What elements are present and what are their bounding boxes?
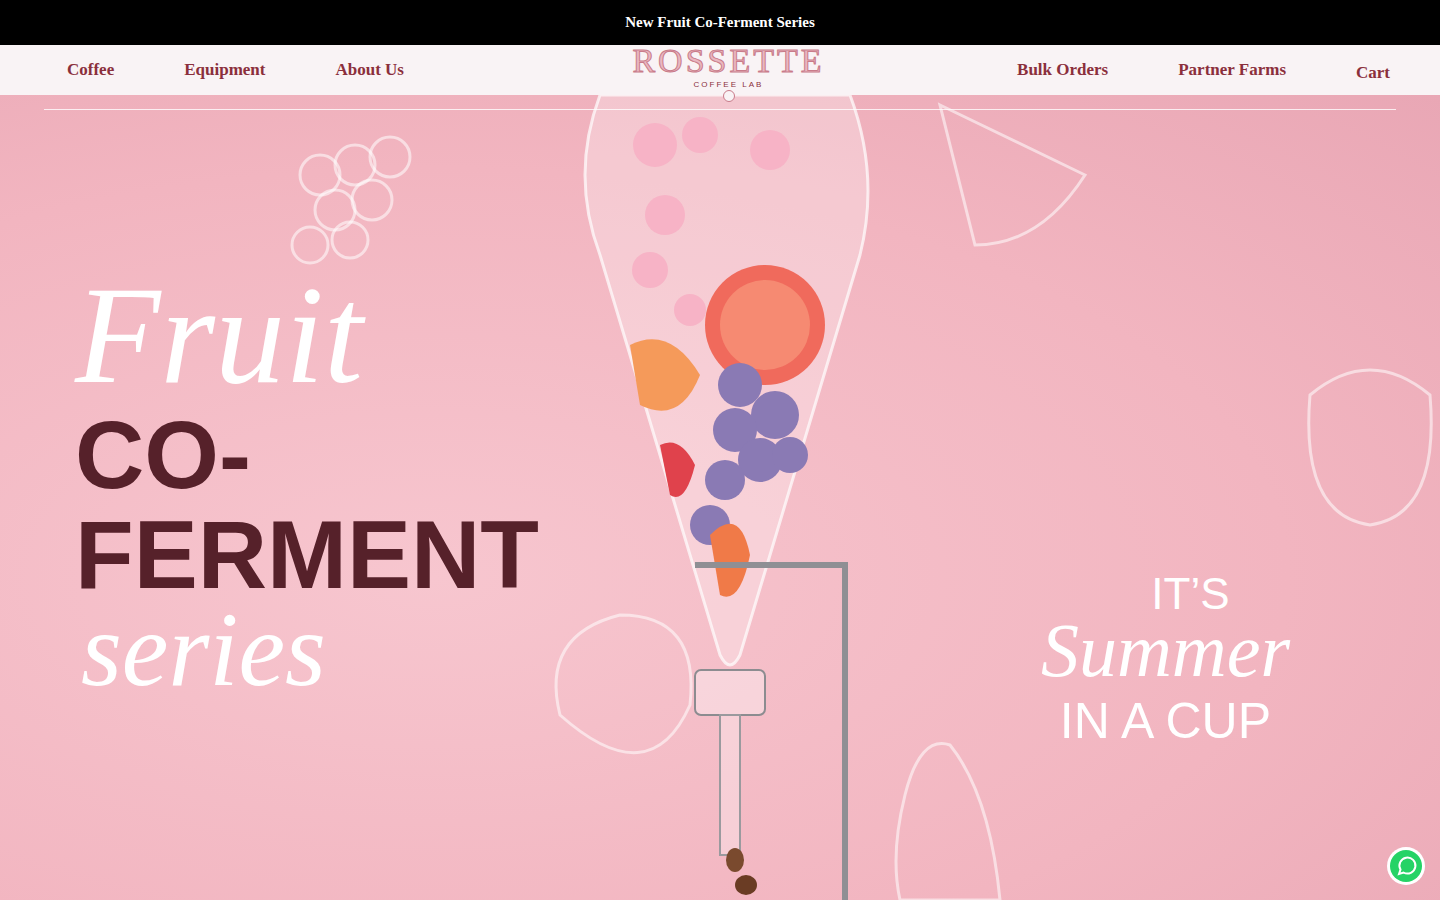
logo[interactable]: ROSSETTE COFFEE LAB	[632, 38, 824, 102]
whatsapp-icon[interactable]	[1386, 846, 1426, 886]
title-line: FERMENT	[75, 505, 539, 605]
hero-tagline: IT’S Summer IN A CUP	[1041, 110, 1290, 746]
hero-banner: Fruit CO- FERMENT series IT’S Summer IN …	[0, 95, 1440, 900]
nav-item[interactable]: Partner Farms	[1178, 60, 1286, 80]
nav-item[interactable]: Equipment	[184, 60, 265, 80]
tagline-top: IT’S	[1101, 572, 1229, 616]
logo-ring-icon	[723, 90, 735, 102]
title-line: CO-	[75, 405, 539, 505]
nav-right: Bulk Orders Partner Farms Cart	[910, 58, 1390, 83]
main-nav: Coffee Equipment About Us ROSSETTE COFFEE …	[0, 45, 1440, 95]
title-script-bottom: series	[75, 597, 539, 702]
hero-content: Fruit CO- FERMENT series IT’S Summer IN …	[0, 110, 1440, 746]
tagline-bottom: IN A CUP	[1060, 696, 1271, 746]
nav-item[interactable]: Bulk Orders	[1017, 60, 1108, 80]
logo-tagline: COFFEE LAB	[694, 80, 764, 89]
logo-name: ROSSETTE	[632, 44, 824, 78]
tagline-script: Summer	[1041, 612, 1290, 688]
nav-item[interactable]: About Us	[335, 60, 404, 80]
nav-left: Coffee Equipment About Us	[67, 60, 547, 80]
page: New Fruit Co-Ferment Series Coffee Equipm…	[0, 0, 1440, 900]
announcement-text[interactable]: New Fruit Co-Ferment Series	[625, 14, 815, 31]
hero-title: Fruit CO- FERMENT series	[75, 110, 539, 746]
title-script-top: Fruit	[75, 265, 539, 405]
announcement-bar: New Fruit Co-Ferment Series	[0, 0, 1440, 45]
fruit-dripper-icon	[560, 95, 880, 900]
cart-link[interactable]: Cart	[1356, 58, 1390, 83]
nav-item[interactable]: Coffee	[67, 60, 114, 80]
